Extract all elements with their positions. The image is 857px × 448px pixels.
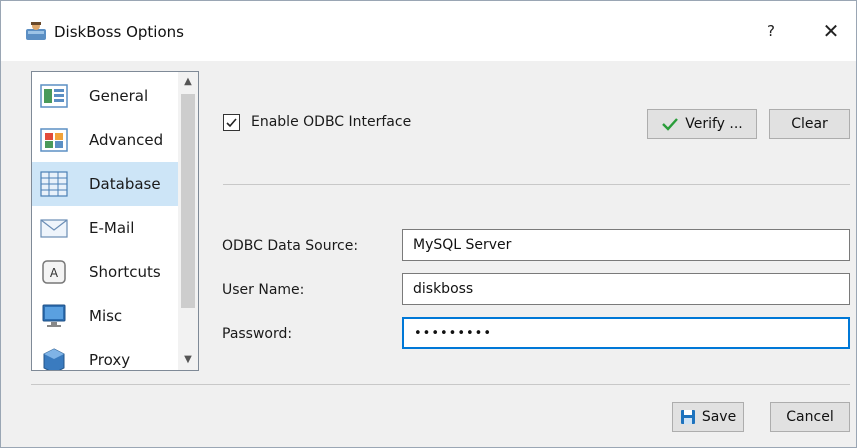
email-icon bbox=[40, 219, 68, 238]
sidebar-item-label: Database bbox=[89, 175, 161, 193]
help-button[interactable]: ? bbox=[753, 13, 789, 49]
floppy-disk-icon bbox=[680, 410, 695, 424]
green-check-icon bbox=[662, 118, 679, 131]
sidebar-item-label: E-Mail bbox=[89, 219, 135, 237]
sidebar-item-email[interactable]: E-Mail bbox=[32, 206, 178, 250]
monitor-icon bbox=[42, 304, 66, 327]
verify-button-label: Verify ... bbox=[685, 116, 743, 132]
sidebar-item-misc[interactable]: Misc bbox=[32, 294, 178, 338]
save-button-label: Save bbox=[701, 409, 737, 425]
sidebar-item-label: Advanced bbox=[89, 131, 164, 149]
enable-odbc-label[interactable]: Enable ODBC Interface bbox=[251, 114, 411, 130]
user-name-label: User Name: bbox=[222, 282, 305, 298]
sidebar-scrollbar[interactable]: ▲ ▼ bbox=[178, 72, 198, 370]
general-icon bbox=[40, 84, 68, 108]
database-icon bbox=[40, 171, 68, 197]
scroll-thumb[interactable] bbox=[181, 94, 195, 308]
sidebar-item-label: Shortcuts bbox=[89, 263, 161, 281]
title-bar: DiskBoss Options ? ✕ bbox=[1, 1, 856, 61]
sidebar-item-database[interactable]: Database bbox=[32, 162, 178, 206]
password-input[interactable] bbox=[402, 317, 850, 349]
data-source-label: ODBC Data Source: bbox=[222, 238, 359, 254]
sidebar-item-advanced[interactable]: Advanced bbox=[32, 118, 178, 162]
sidebar-item-label: Misc bbox=[89, 307, 123, 325]
close-button[interactable]: ✕ bbox=[813, 13, 849, 49]
options-dialog: DiskBoss Options ? ✕ General Advanced Da… bbox=[0, 0, 857, 448]
password-label: Password: bbox=[222, 326, 293, 342]
data-source-input[interactable] bbox=[402, 229, 850, 261]
checkmark-icon bbox=[226, 118, 237, 128]
verify-button[interactable]: Verify ... bbox=[647, 109, 757, 139]
options-category-list: General Advanced Database E-Mail A Short… bbox=[31, 71, 199, 371]
sidebar-item-proxy[interactable]: Proxy bbox=[32, 338, 178, 370]
save-button[interactable]: Save bbox=[672, 402, 744, 432]
footer-divider bbox=[31, 384, 850, 385]
window-title: DiskBoss Options bbox=[54, 23, 184, 41]
diskboss-app-icon bbox=[26, 22, 46, 40]
shortcuts-icon: A bbox=[42, 260, 66, 284]
clear-button[interactable]: Clear bbox=[769, 109, 850, 139]
advanced-icon bbox=[40, 128, 68, 152]
sidebar-item-label: Proxy bbox=[89, 351, 131, 369]
user-name-input[interactable] bbox=[402, 273, 850, 305]
proxy-icon bbox=[43, 348, 65, 370]
divider bbox=[223, 184, 850, 185]
scroll-up-arrow-icon[interactable]: ▲ bbox=[178, 72, 198, 92]
svg-text:A: A bbox=[50, 266, 59, 280]
sidebar-item-general[interactable]: General bbox=[32, 74, 178, 118]
sidebar-item-shortcuts[interactable]: A Shortcuts bbox=[32, 250, 178, 294]
sidebar-item-label: General bbox=[89, 87, 149, 105]
scroll-down-arrow-icon[interactable]: ▼ bbox=[178, 350, 198, 370]
cancel-button[interactable]: Cancel bbox=[770, 402, 850, 432]
enable-odbc-checkbox[interactable] bbox=[223, 114, 240, 131]
